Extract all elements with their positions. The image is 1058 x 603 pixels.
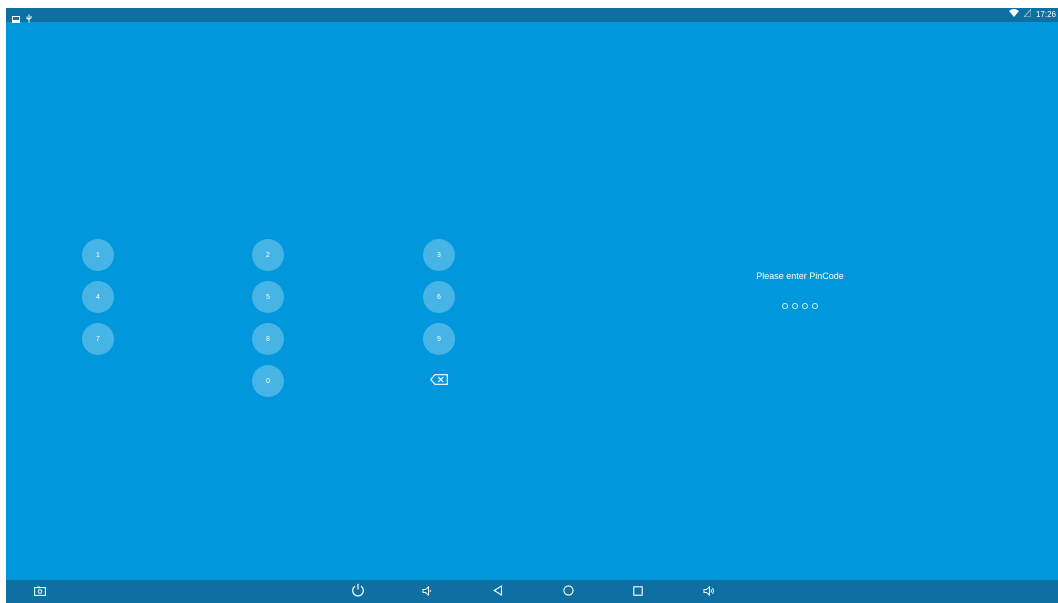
key-3[interactable]: 3: [423, 239, 455, 271]
back-button[interactable]: [490, 584, 506, 600]
key-9[interactable]: 9: [423, 323, 455, 355]
home-button[interactable]: [560, 584, 576, 600]
pin-prompt: Please enter PinCode: [756, 271, 844, 281]
key-7[interactable]: 7: [82, 323, 114, 355]
lock-screen: 17:26 1 2 3 4 5 6 7 8 9 0 Please enter P…: [6, 8, 1058, 603]
home-icon: [562, 583, 574, 601]
volume-up-button[interactable]: [701, 584, 717, 600]
volume-down-button[interactable]: [419, 584, 435, 600]
pin-dot: [812, 303, 818, 309]
key-4[interactable]: 4: [82, 281, 114, 313]
status-bar: 17:26: [6, 8, 1058, 23]
pin-dot: [792, 303, 798, 309]
key-2[interactable]: 2: [252, 239, 284, 271]
recents-button[interactable]: [630, 584, 646, 600]
backspace-icon: [430, 372, 448, 390]
volume-down-icon: [422, 583, 432, 601]
pin-dot: [802, 303, 808, 309]
content-area: 1 2 3 4 5 6 7 8 9 0 Please enter PinCode: [6, 22, 1058, 580]
key-6[interactable]: 6: [423, 281, 455, 313]
backspace-button[interactable]: [423, 371, 455, 391]
key-0[interactable]: 0: [252, 365, 284, 397]
wifi-icon: [1008, 9, 1019, 21]
back-icon: [493, 583, 503, 601]
volume-up-icon: [703, 583, 715, 601]
key-8[interactable]: 8: [252, 323, 284, 355]
power-icon: [351, 583, 365, 602]
navigation-bar: [6, 580, 1058, 603]
pin-indicator: [766, 303, 834, 309]
screenshot-icon: [34, 583, 46, 601]
screenshot-button[interactable]: [32, 584, 48, 600]
status-right-icons: 17:26: [1008, 8, 1056, 21]
power-button[interactable]: [350, 583, 366, 602]
clock: 17:26: [1035, 10, 1056, 19]
recents-icon: [633, 583, 643, 601]
pin-dot: [782, 303, 788, 309]
signal-icon: [1022, 8, 1032, 21]
key-5[interactable]: 5: [252, 281, 284, 313]
key-1[interactable]: 1: [82, 239, 114, 271]
